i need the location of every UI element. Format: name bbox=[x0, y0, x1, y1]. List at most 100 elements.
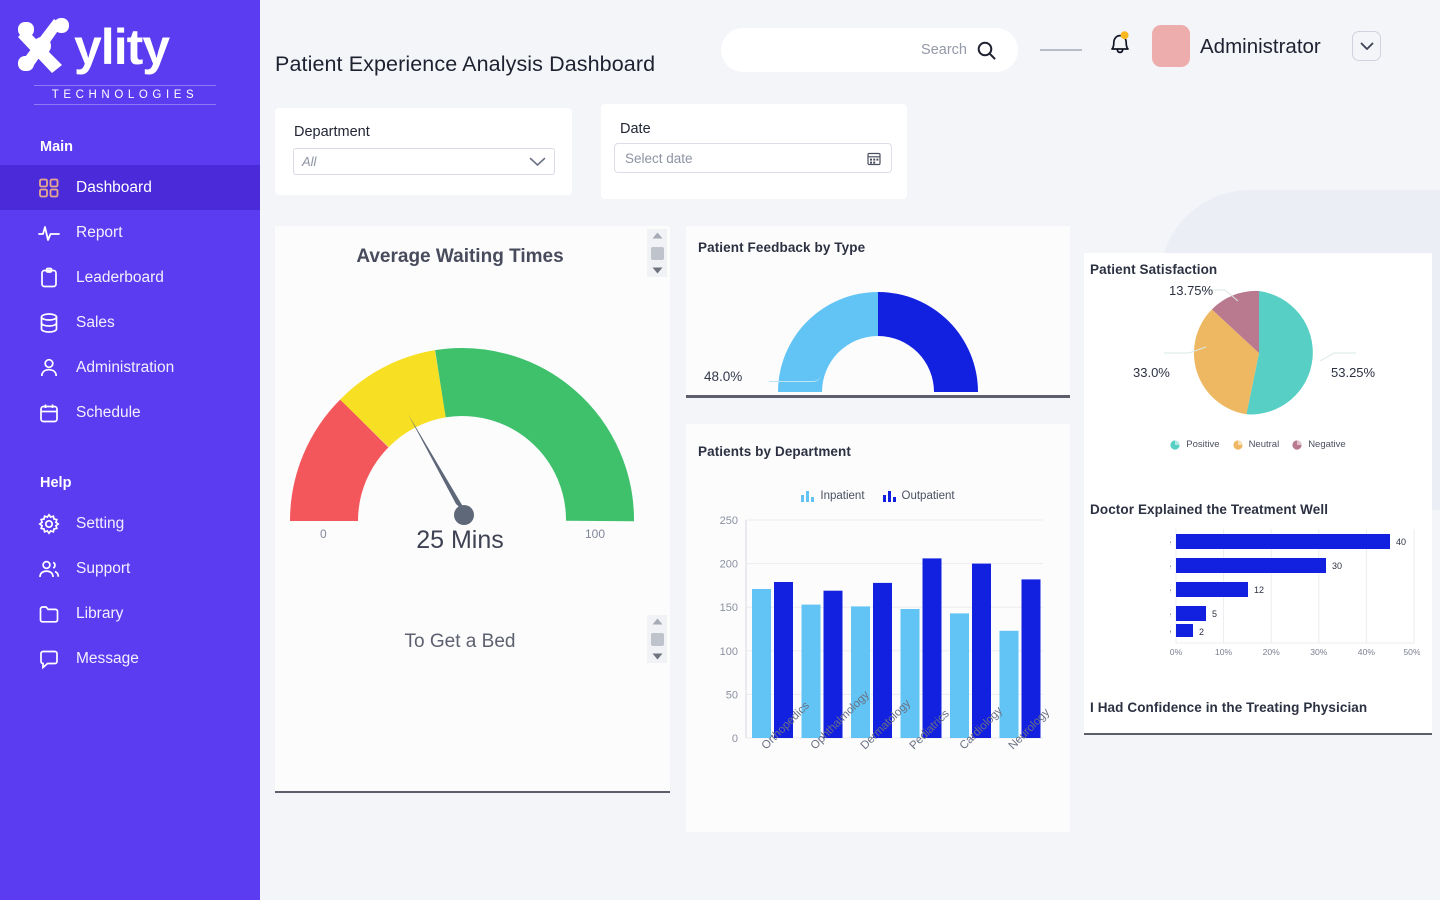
scrollbar-thumb[interactable] bbox=[650, 246, 664, 260]
gauge-needle bbox=[408, 414, 468, 515]
bell-icon bbox=[1111, 31, 1129, 54]
calendar-icon[interactable] bbox=[867, 151, 881, 166]
legend-label: Negative bbox=[1308, 439, 1346, 450]
patients-by-department-card: Patients by Department Inpatient Outpati… bbox=[686, 424, 1070, 832]
gear-icon bbox=[38, 512, 60, 535]
pie-chart-icon bbox=[1170, 439, 1180, 450]
legend-item-outpatient[interactable]: Outpatient bbox=[882, 490, 955, 502]
department-select[interactable]: All bbox=[293, 148, 555, 175]
svg-text:100: 100 bbox=[720, 646, 738, 658]
svg-text:150: 150 bbox=[720, 602, 738, 614]
svg-text:200: 200 bbox=[720, 559, 738, 571]
brand-logo[interactable]: ylity TECHNOLOGIES bbox=[0, 0, 260, 105]
sidebar-item-label: Sales bbox=[76, 313, 115, 331]
bar-inpatient bbox=[752, 589, 771, 738]
hbar-data-label: 5 bbox=[1212, 609, 1217, 619]
bar-outpatient bbox=[922, 558, 942, 738]
nav-group-main-label: Main bbox=[40, 139, 74, 155]
pie-legend: Positive Neutral Negative bbox=[1084, 439, 1432, 450]
sidebar-item-label: Schedule bbox=[76, 403, 141, 421]
sidebar-item-label: Library bbox=[76, 604, 124, 622]
user-name: Administrator bbox=[1200, 35, 1321, 58]
bar-inpatient bbox=[950, 613, 969, 738]
folder-icon bbox=[39, 605, 59, 623]
search-input[interactable]: Search bbox=[721, 28, 1018, 72]
chevron-down-icon bbox=[529, 157, 546, 166]
legend-item-inpatient[interactable]: Inpatient bbox=[801, 490, 865, 502]
hbar bbox=[1176, 558, 1326, 573]
hbar bbox=[1176, 534, 1390, 549]
x-tick-label: 0% bbox=[1170, 647, 1183, 657]
grid-icon bbox=[39, 178, 59, 197]
department-filter-card: Department All bbox=[275, 108, 572, 195]
brand-tagline: TECHNOLOGIES bbox=[34, 85, 216, 105]
sidebar-item-administration[interactable]: Administration bbox=[0, 345, 260, 390]
sidebar-item-leaderboard[interactable]: Leaderboard bbox=[0, 255, 260, 300]
pie-chart-icon bbox=[1232, 439, 1243, 450]
pie-data-label-positive: 53.25% bbox=[1331, 365, 1376, 380]
legend-item-negative[interactable]: Negative bbox=[1292, 439, 1346, 450]
date-input[interactable]: Select date bbox=[614, 143, 892, 173]
legend-label: Outpatient bbox=[901, 490, 955, 502]
patients-by-department-bar-chart: 0 50 100 150 200 250 Orthopedics Ophthal… bbox=[720, 515, 1053, 752]
gauge-subtitle: To Get a Bed bbox=[404, 631, 516, 652]
scrollbar-thumb[interactable] bbox=[650, 632, 664, 646]
user-icon bbox=[40, 358, 58, 376]
date-filter-card: Date Select date bbox=[601, 104, 907, 199]
page-title: Patient Experience Analysis Dashboard bbox=[275, 52, 656, 76]
patient-satisfaction-pie-chart bbox=[1164, 289, 1356, 415]
confidence-section-title: I Had Confidence in the Treating Physici… bbox=[1090, 700, 1368, 715]
nav-group-help-label: Help bbox=[40, 475, 72, 491]
sidebar-item-label: Setting bbox=[76, 514, 125, 532]
bar-chart-icon bbox=[882, 491, 896, 502]
y-tick-label: Dont Know bbox=[1170, 627, 1172, 637]
gauge-band-green bbox=[435, 348, 635, 522]
gauge-chart-secondary bbox=[287, 756, 637, 796]
database-icon bbox=[40, 312, 58, 333]
caret-down-icon[interactable] bbox=[652, 267, 663, 274]
sidebar-item-dashboard[interactable]: Dashboard bbox=[0, 165, 260, 210]
sidebar-item-setting[interactable]: Setting bbox=[0, 501, 260, 546]
sidebar-item-report[interactable]: Report bbox=[0, 210, 260, 255]
gauge-scrollbar-bottom[interactable] bbox=[647, 615, 667, 663]
chat-bubble-icon bbox=[40, 650, 58, 669]
bars-legend: Inpatient Outpatient bbox=[686, 490, 1070, 502]
hbar bbox=[1176, 624, 1193, 637]
pie-data-label-neutral: 33.0% bbox=[1133, 365, 1170, 380]
hbar bbox=[1176, 582, 1248, 597]
gauge-band-yellow bbox=[340, 350, 448, 448]
header-divider bbox=[1040, 49, 1082, 51]
sidebar-item-label: Administration bbox=[76, 358, 175, 376]
sidebar-item-support[interactable]: Support bbox=[0, 546, 260, 591]
bar-inpatient bbox=[801, 604, 821, 738]
sidebar-item-library[interactable]: Library bbox=[0, 591, 260, 636]
x-tick-label: 10% bbox=[1215, 647, 1233, 657]
gauge-title: Average Waiting Times bbox=[356, 246, 564, 267]
bar-chart-icon bbox=[801, 491, 815, 502]
gauge-value-label: 25 Mins bbox=[416, 526, 504, 554]
hbar-data-label: 40 bbox=[1396, 537, 1406, 547]
legend-item-neutral[interactable]: Neutral bbox=[1232, 439, 1280, 450]
gauge-scrollbar-top[interactable] bbox=[647, 229, 667, 277]
legend-label: Neutral bbox=[1248, 439, 1280, 450]
notification-button[interactable] bbox=[1103, 27, 1137, 61]
search-icon[interactable] bbox=[977, 41, 996, 60]
y-tick-label: Somewhat Disagree bbox=[1170, 585, 1171, 595]
sidebar-item-label: Message bbox=[76, 649, 139, 667]
doctor-explained-bar-chart: Fully Agree Somewhat Agree Somewhat Disa… bbox=[1170, 529, 1420, 657]
user-menu-button[interactable] bbox=[1352, 31, 1381, 61]
sidebar-item-label: Dashboard bbox=[76, 178, 152, 196]
caret-down-icon[interactable] bbox=[652, 653, 663, 660]
x-tick-label: 40% bbox=[1358, 647, 1376, 657]
sidebar-item-schedule[interactable]: Schedule bbox=[0, 390, 260, 435]
bar-inpatient bbox=[900, 609, 920, 738]
legend-item-positive[interactable]: Positive bbox=[1170, 439, 1220, 450]
sidebar-item-sales[interactable]: Sales bbox=[0, 300, 260, 345]
y-tick-label: Somewhat Agree bbox=[1170, 561, 1171, 571]
sidebar-item-message[interactable]: Message bbox=[0, 636, 260, 681]
bars-title: Patients by Department bbox=[698, 444, 851, 459]
caret-up-icon[interactable] bbox=[652, 618, 663, 625]
caret-up-icon[interactable] bbox=[652, 232, 663, 239]
avatar[interactable] bbox=[1152, 25, 1190, 67]
department-filter-label: Department bbox=[294, 124, 370, 140]
